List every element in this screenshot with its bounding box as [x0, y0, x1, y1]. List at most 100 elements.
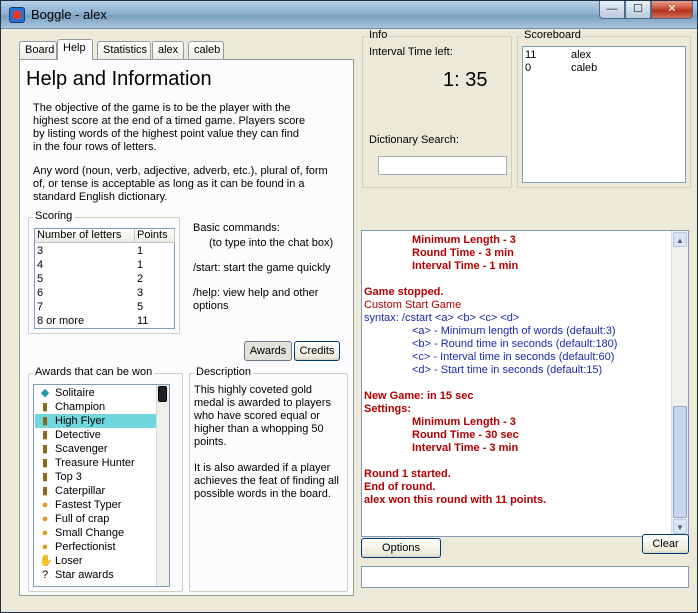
minimize-button[interactable]: —: [599, 1, 625, 19]
medal-icon: ▮: [41, 471, 49, 483]
medal-icon: ▮: [41, 443, 49, 455]
scoreboard-list[interactable]: 11 alex 0 caleb: [522, 46, 686, 183]
chat-scrollbar[interactable]: ▲ ▼: [671, 231, 688, 536]
coin-icon: ●: [41, 527, 49, 539]
award-name: Caterpillar: [55, 485, 106, 497]
medal-icon: ▮: [41, 485, 49, 497]
scoring-table[interactable]: Number of letters Points 31 41 52 63 75 …: [34, 228, 175, 329]
maximize-button[interactable]: ☐: [625, 1, 651, 19]
tab-alex[interactable]: alex: [152, 41, 184, 59]
tab-statistics[interactable]: Statistics: [97, 41, 151, 59]
awards-list[interactable]: ◆ Solitaire ▮ Champion ▮ High Flyer ▮ Detective…: [33, 384, 170, 587]
list-item[interactable]: ● Small Change: [35, 526, 157, 540]
scroll-down-arrow-icon[interactable]: ▼: [673, 519, 687, 534]
award-name: Star awards: [55, 569, 114, 581]
column-header-letters[interactable]: Number of letters: [35, 229, 135, 243]
list-item[interactable]: ? Star awards: [35, 568, 157, 582]
table-row[interactable]: 75: [35, 300, 143, 314]
list-item[interactable]: ▮ Top 3: [35, 470, 157, 484]
interval-time-label: Interval Time left:: [369, 46, 453, 58]
title-bar[interactable]: Boggle - alex — ☐ ✕: [1, 1, 697, 29]
tab-board[interactable]: Board: [19, 41, 57, 59]
scoring-label: Scoring: [33, 210, 75, 222]
award-name: Solitaire: [55, 387, 95, 399]
client-area: Board Help Statistics alex caleb Help an…: [1, 29, 697, 612]
info-group: Info Interval Time left: 1: 35 Dictionar…: [362, 29, 512, 188]
chat-message: alex won this round with 11 points.: [364, 494, 547, 506]
dictionary-search-label: Dictionary Search:: [369, 134, 459, 146]
list-item[interactable]: ● Full of crap: [35, 512, 157, 526]
scoreboard-label: Scoreboard: [522, 29, 583, 41]
clear-button[interactable]: Clear: [642, 534, 689, 554]
award-name: Top 3: [55, 471, 82, 483]
options-button[interactable]: Options: [361, 538, 441, 558]
info-label: Info: [367, 29, 390, 41]
interval-time-value: 1: 35: [443, 69, 488, 91]
list-item[interactable]: ▮ Scavenger: [35, 442, 157, 456]
list-item[interactable]: ▮ High Flyer: [35, 414, 157, 428]
list-item[interactable]: ● Perfectionist: [35, 540, 157, 554]
awards-scroll-thumb[interactable]: [158, 386, 167, 402]
awards-button[interactable]: Awards: [244, 341, 292, 361]
description-label: Description: [194, 366, 254, 378]
scroll-up-arrow-icon[interactable]: ▲: [673, 232, 687, 247]
help-panel: Help and Information The objective of th…: [19, 59, 354, 596]
chat-message: Game stopped.: [364, 286, 444, 298]
chat-message: Custom Start Game: [364, 299, 462, 311]
chat-message: Round Time - 30 sec: [412, 429, 519, 441]
credits-button[interactable]: Credits: [294, 341, 340, 361]
list-item[interactable]: ▮ Champion: [35, 400, 157, 414]
chat-message: Interval Time - 1 min: [412, 260, 519, 272]
medal-icon: ▮: [41, 429, 49, 441]
chat-scroll-thumb[interactable]: [673, 406, 687, 518]
chat-log[interactable]: Minimum Length - 3 Round Time - 3 min Inte…: [361, 230, 689, 537]
chat-message: <a> - Minimum length of words (default:3…: [412, 325, 616, 337]
table-row[interactable]: 31: [35, 244, 143, 258]
close-button[interactable]: ✕: [651, 1, 693, 19]
chat-message: Minimum Length - 3: [412, 416, 516, 428]
award-name: Champion: [55, 401, 106, 413]
table-row[interactable]: 52: [35, 272, 143, 286]
scoreboard-group: Scoreboard 11 alex 0 caleb: [517, 29, 691, 188]
award-name: Fastest Typer: [55, 499, 122, 511]
chat-message: <b> - Round time in seconds (default:180…: [412, 338, 618, 350]
coin-icon: ●: [41, 499, 49, 511]
medal-icon: ▮: [41, 415, 49, 427]
boggle-app-icon: [9, 7, 25, 23]
chat-message: <d> - Start time in seconds (default:15): [412, 364, 603, 376]
award-name: Full of crap: [55, 513, 110, 525]
table-row[interactable]: 63: [35, 286, 143, 300]
chat-message: <c> - Interval time in seconds (default:…: [412, 351, 615, 363]
column-header-points[interactable]: Points: [135, 229, 175, 243]
list-item[interactable]: 11 alex: [523, 48, 683, 62]
list-item[interactable]: 0 caleb: [523, 61, 683, 75]
chat-input[interactable]: [361, 566, 689, 588]
rules-text: Any word (noun, verb, adjective, adverb,…: [33, 165, 328, 203]
scoring-table-header: Number of letters Points: [35, 229, 175, 243]
tab-caleb[interactable]: caleb: [188, 41, 224, 59]
dictionary-search-input[interactable]: [378, 156, 507, 175]
awards-scrollbar[interactable]: [156, 385, 169, 586]
award-name: Detective: [55, 429, 101, 441]
coin-icon: ●: [41, 513, 49, 525]
table-row[interactable]: 41: [35, 258, 143, 272]
chat-message: Round 1 started.: [364, 468, 451, 480]
scoring-group: Scoring Number of letters Points 31 41 5…: [28, 210, 180, 334]
list-item[interactable]: ● Fastest Typer: [35, 498, 157, 512]
awards-label: Awards that can be won: [33, 366, 155, 378]
list-item[interactable]: ▮ Detective: [35, 428, 157, 442]
hand-icon: ✋: [39, 555, 53, 567]
tab-help[interactable]: Help: [57, 39, 93, 60]
list-item[interactable]: ▮ Treasure Hunter: [35, 456, 157, 470]
boggle-window: Boggle - alex — ☐ ✕ Board Help Statistic…: [0, 0, 698, 613]
award-description: This highly coveted gold medal is awarded…: [194, 384, 339, 500]
list-item[interactable]: ✋ Loser: [35, 554, 157, 568]
award-name: Scavenger: [55, 443, 108, 455]
award-name: High Flyer: [55, 415, 106, 427]
list-item[interactable]: ◆ Solitaire: [35, 386, 157, 400]
award-name: Small Change: [55, 527, 125, 539]
chat-message: New Game: in 15 sec: [364, 390, 474, 402]
table-row[interactable]: 8 or more 11: [35, 314, 148, 328]
description-group: Description This highly coveted gold meda…: [189, 366, 348, 592]
list-item[interactable]: ▮ Caterpillar: [35, 484, 157, 498]
